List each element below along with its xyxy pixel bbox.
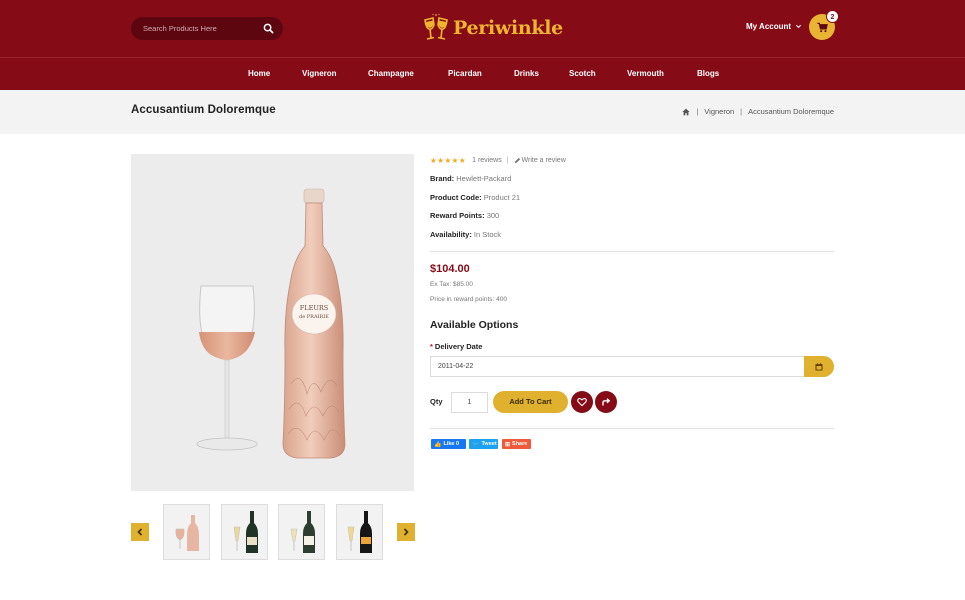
nav-item-scotch[interactable]: Scotch <box>569 69 596 78</box>
calendar-button[interactable] <box>804 356 834 377</box>
search-icon[interactable] <box>263 23 274 34</box>
product-main-image[interactable]: FLEURS de PRAIRIE <box>131 154 414 491</box>
spec-value: Product 21 <box>483 193 521 202</box>
brand-link[interactable]: Hewlett-Packard <box>456 174 511 183</box>
divider <box>430 251 834 252</box>
site-logo[interactable]: Periwinkle <box>422 12 563 44</box>
star-rating: ★★★★★ <box>430 156 467 165</box>
my-account-menu[interactable]: My Account <box>746 22 802 31</box>
product-photo: FLEURS de PRAIRIE <box>196 188 346 459</box>
thumbnail-champagne-2[interactable] <box>278 504 325 560</box>
breadcrumb-separator: | <box>696 107 699 116</box>
spec-availability: Availability: In Stock <box>430 230 501 239</box>
nav-item-drinks[interactable]: Drinks <box>514 69 539 78</box>
available-options-heading: Available Options <box>430 319 519 331</box>
add-to-cart-button[interactable]: Add To Cart <box>493 391 568 413</box>
chevron-down-icon <box>795 24 802 29</box>
facebook-like-button[interactable]: 👍 Like 0 <box>431 439 466 449</box>
tweet-label: Tweet <box>481 441 497 447</box>
delivery-date-label: * Delivery Date <box>430 342 482 351</box>
brand-name: Periwinkle <box>453 17 563 39</box>
thumbnail-carousel <box>131 504 415 560</box>
search-input[interactable] <box>143 17 258 40</box>
ex-tax-price: Ex Tax: $85.00 <box>430 281 473 288</box>
product-price: $104.00 <box>430 263 470 275</box>
tweet-button[interactable]: 🐦 Tweet <box>469 439 498 449</box>
nav-item-blogs[interactable]: Blogs <box>697 69 719 78</box>
site-header: Periwinkle My Account 2 <box>0 0 965 57</box>
nav-item-home[interactable]: Home <box>248 69 270 78</box>
page-header-band: Accusantium Doloremque | Vigneron | Accu… <box>0 90 965 134</box>
wine-glasses-icon <box>424 13 448 40</box>
calendar-icon <box>815 362 823 370</box>
cart-icon <box>816 22 828 32</box>
thumbnail-champagne-3[interactable] <box>336 504 383 560</box>
carousel-next-button[interactable] <box>397 523 415 541</box>
breadcrumb: | Vigneron | Accusantium Doloremque <box>682 107 834 116</box>
divider <box>430 428 834 429</box>
thumbnail-image <box>290 511 315 553</box>
share-icon: ⊞ <box>505 441 511 448</box>
page-title: Accusantium Doloremque <box>131 104 276 116</box>
breadcrumb-separator: | <box>740 107 743 116</box>
thumbnail-image <box>347 511 372 553</box>
chevron-right-icon <box>403 528 409 536</box>
like-label: Like 0 <box>443 441 460 447</box>
thumbnail-rose-bottle[interactable] <box>163 504 210 560</box>
bottle-label-line2: de PRAIRIE <box>299 314 329 320</box>
required-marker: * <box>430 342 433 351</box>
nav-item-picardan[interactable]: Picardan <box>448 69 482 78</box>
compare-button[interactable] <box>595 391 617 413</box>
quantity-input[interactable] <box>451 392 488 413</box>
twitter-bird-icon: 🐦 <box>472 441 480 448</box>
spec-value: In Stock <box>473 230 502 239</box>
home-icon[interactable] <box>682 108 690 116</box>
spec-brand: Brand: Hewlett-Packard <box>430 174 511 183</box>
nav-item-vigneron[interactable]: Vigneron <box>302 69 337 78</box>
share-arrow-icon <box>602 398 611 406</box>
share-button[interactable]: ⊞ Share <box>502 439 531 449</box>
wishlist-button[interactable] <box>571 391 593 413</box>
pencil-icon <box>514 157 520 164</box>
thumbnail-champagne-1[interactable] <box>221 504 268 560</box>
thumbnail-image <box>233 511 258 553</box>
cart-button[interactable]: 2 <box>809 10 839 40</box>
write-review-link[interactable]: Write a review <box>522 157 566 164</box>
spec-product-code: Product Code: Product 21 <box>430 193 520 202</box>
thumbs-up-icon: 👍 <box>434 441 442 448</box>
separator: | <box>506 157 509 164</box>
bottle-label-line1: FLEURS <box>300 304 328 312</box>
delivery-date-label-text: Delivery Date <box>434 342 483 351</box>
nav-item-champagne[interactable]: Champagne <box>368 69 414 78</box>
spec-label: Brand: <box>430 174 455 183</box>
chevron-left-icon <box>137 528 143 536</box>
main-nav: Home Vigneron Champagne Picardan Drinks … <box>0 57 965 90</box>
search-bar[interactable] <box>131 17 283 40</box>
rating-row: ★★★★★ 1 reviews | Write a review <box>430 156 566 165</box>
reward-points-price: Price in reward points: 400 <box>430 296 507 303</box>
nav-item-vermouth[interactable]: Vermouth <box>627 69 664 78</box>
breadcrumb-current[interactable]: Accusantium Doloremque <box>748 107 834 116</box>
thumbnail-image <box>175 515 199 551</box>
account-label: My Account <box>746 22 792 31</box>
spec-reward-points: Reward Points: 300 <box>430 211 499 220</box>
reviews-link[interactable]: 1 reviews <box>472 157 502 164</box>
spec-label: Product Code: <box>430 193 482 202</box>
breadcrumb-link-vigneron[interactable]: Vigneron <box>704 107 734 116</box>
delivery-date-input[interactable] <box>438 357 738 376</box>
share-label: Share <box>512 441 528 447</box>
carousel-prev-button[interactable] <box>131 523 149 541</box>
spec-value: 300 <box>486 211 500 220</box>
spec-label: Availability: <box>430 230 472 239</box>
spec-label: Reward Points: <box>430 211 485 220</box>
cart-count-badge: 2 <box>826 10 839 23</box>
heart-icon <box>577 397 587 407</box>
qty-label: Qty <box>430 397 443 406</box>
delivery-date-field <box>430 356 834 377</box>
